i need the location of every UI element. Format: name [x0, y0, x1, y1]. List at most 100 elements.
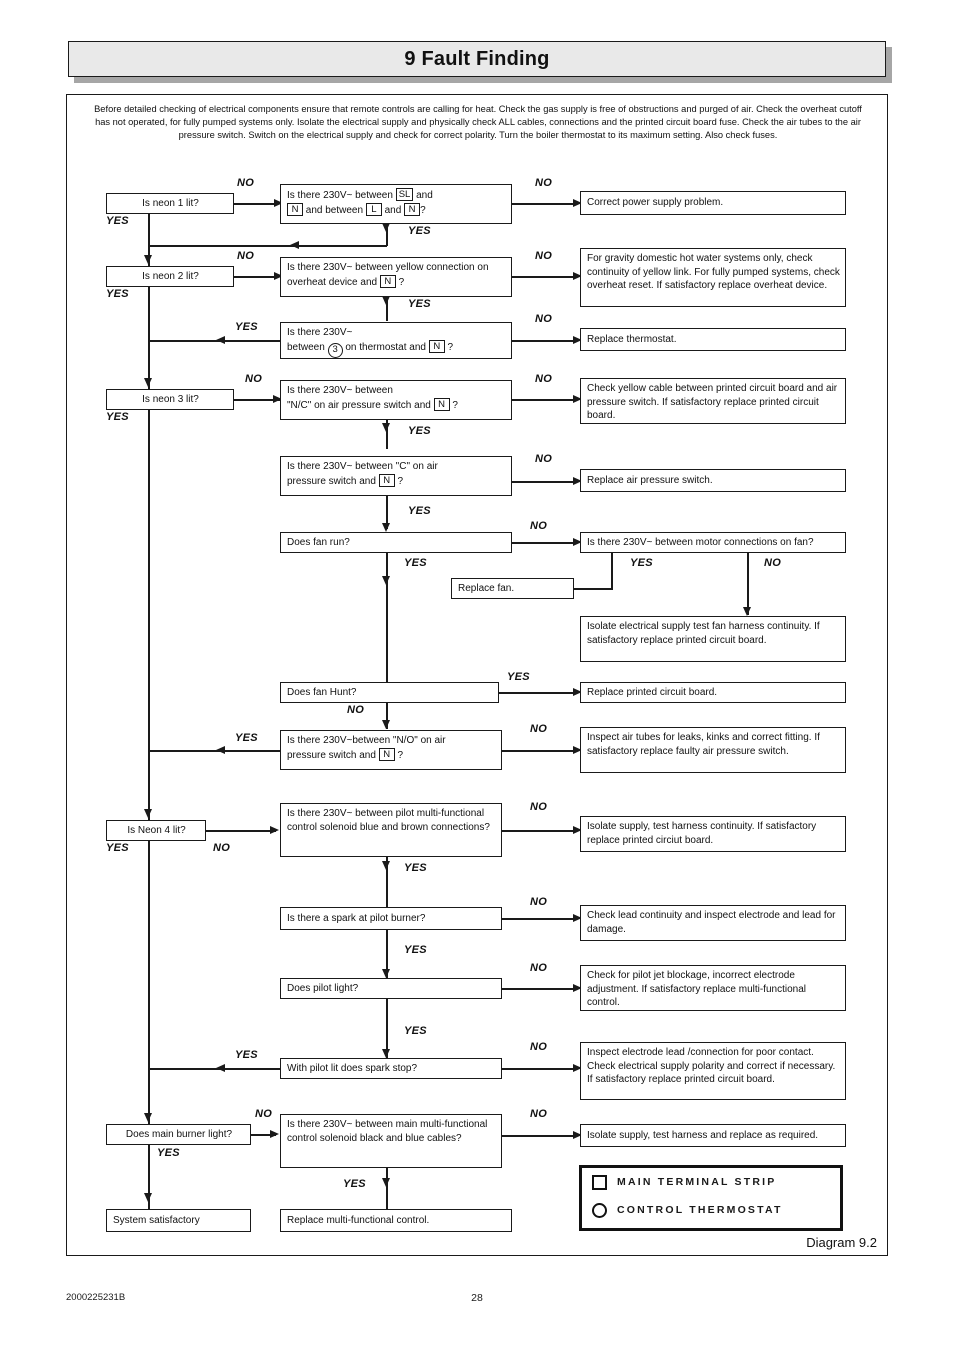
arrow-pilotsolenoid-yes [382, 861, 390, 870]
decision-main-solenoid: Is there 230V~ between main multi-functi… [280, 1114, 502, 1168]
label-yes-neon4: YES [106, 842, 129, 854]
arrow-fanhunt-no [382, 720, 390, 729]
label-yes-sparkstop: YES [235, 1049, 258, 1061]
action-inspect-electrode-lead: Inspect electrode lead /connection for p… [580, 1042, 846, 1100]
label-yes-thermostat: YES [235, 321, 258, 333]
connector-fanrun-yes-down [386, 553, 388, 683]
connector-sparkstop-yes-left [148, 1068, 281, 1070]
decision-c-air-pressure: Is there 230V~ between "C" on air pressu… [280, 456, 512, 496]
decision-spark-pilot-burner: Is there a spark at pilot burner? [280, 907, 502, 930]
connector-motorconn-yes-down [611, 553, 613, 589]
square-symbol-icon [592, 1174, 607, 1190]
decision-spark-stop: With pilot lit does spark stop? [280, 1058, 502, 1079]
arrow-overheat-yes [382, 296, 390, 305]
decision-sl-n-check: Is there 230V~ between SL and N and betw… [280, 184, 512, 224]
token-n-2: N [404, 202, 421, 216]
label-yes-neon2: YES [106, 288, 129, 300]
legend-label-control-thermostat: CONTROL THERMOSTAT [617, 1204, 783, 1216]
label-no-sparkstop: NO [530, 1041, 548, 1053]
connector-mainsolenoid-yes-down [386, 1168, 388, 1210]
decision-main-burner-light: Does main burner light? [106, 1124, 251, 1145]
token-n-c: N [378, 473, 395, 487]
arrow-pilotlight-yes [382, 1049, 390, 1058]
action-check-yellow-cable: Check yellow cable between printed circu… [580, 378, 846, 424]
label-no-neon3: NO [245, 373, 263, 385]
circle-symbol-icon [592, 1202, 607, 1218]
label-yes-neon1: YES [106, 215, 129, 227]
label-no-c: NO [535, 453, 553, 465]
arrow-sparkstop-yes [216, 1064, 225, 1072]
label-yes-neon3: YES [106, 411, 129, 423]
connector-neon4-to-pilotsolenoid [206, 830, 276, 832]
connector-sparkpilot-to-leadcontinuity [502, 918, 575, 920]
label-yes-overheat: YES [408, 298, 431, 310]
action-replace-mfc: Replace multi-functional control. [280, 1209, 512, 1232]
arrow-c-yes [382, 523, 390, 532]
label-no-fan-run: NO [530, 520, 548, 532]
connector-neon1-to-slcheck [234, 203, 276, 205]
connector-thermostat-to-replace [512, 340, 575, 342]
token-sl: SL [395, 188, 414, 201]
action-check-pilot-jet: Check for pilot jet blockage, incorrect … [580, 965, 846, 1011]
action-replace-pcb: Replace printed circuit board. [580, 682, 846, 703]
connector-fanhunt-to-replacepcb [499, 692, 575, 694]
action-correct-power-supply: Correct power supply problem. [580, 191, 846, 215]
diagram-frame: Before detailed checking of electrical c… [66, 94, 888, 1256]
label-yes-pilotsolenoid: YES [404, 862, 427, 874]
legend-row-terminal-strip: MAIN TERMINAL STRIP [592, 1168, 840, 1196]
header-face: 9 Fault Finding [68, 41, 886, 77]
decision-overheat-device: Is there 230V~ between yellow connection… [280, 257, 512, 297]
connector-pilotlight-to-jetblockage [502, 988, 575, 990]
connector-noaps-to-airtubes [502, 750, 575, 752]
decision-neon3: Is neon 3 lit? [106, 389, 234, 410]
decision-thermostat-check: Is there 230V~ between 3 on thermostat a… [280, 322, 512, 359]
token-n-overheat: N [379, 274, 396, 288]
label-yes-fan-hunt: YES [507, 671, 530, 683]
arrow-fanrun-yes [382, 576, 390, 585]
decision-neon2: Is neon 2 lit? [106, 266, 234, 287]
arrow-noaps-yes [216, 746, 225, 754]
label-no-mainsolenoid: NO [530, 1108, 548, 1120]
decision-neon1: Is neon 1 lit? [106, 193, 234, 214]
connector-nc-to-yellow-cable [512, 399, 575, 401]
connector-fanrun-to-motorconn [512, 542, 575, 544]
arrow-motorconn-no [743, 607, 751, 616]
action-isolate-supply-replace: Isolate supply, test harness and replace… [580, 1124, 846, 1147]
legend-row-control-thermostat: CONTROL THERMOSTAT [592, 1196, 840, 1224]
decision-motor-connections: Is there 230V~ between motor connections… [580, 532, 846, 553]
arrow-neon4-no [270, 826, 279, 834]
connector-mainsolenoid-to-isolatereplace [502, 1135, 575, 1137]
legend-label-terminal-strip: MAIN TERMINAL STRIP [617, 1176, 777, 1188]
label-yes-mainburner: YES [157, 1147, 180, 1159]
label-no-noaps: NO [530, 723, 548, 735]
label-no-pilotsolenoid: NO [530, 801, 548, 813]
action-system-satisfactory: System satisfactory [106, 1209, 251, 1232]
decision-does-fan-hunt: Does fan Hunt? [280, 682, 499, 703]
decision-does-fan-run: Does fan run? [280, 532, 512, 553]
main-left-spine [148, 214, 150, 1232]
label-yes-pilotlight: YES [404, 1025, 427, 1037]
action-replace-fan: Replace fan. [451, 578, 574, 599]
decision-neon4: Is Neon 4 lit? [106, 820, 206, 841]
token-n-thermostat: N [428, 339, 445, 353]
action-gravity-hot-water: For gravity domestic hot water systems o… [580, 248, 846, 307]
connector-slcheck-yes-left [148, 245, 387, 247]
arrow-mainburner-no [270, 1130, 279, 1138]
label-no-slcheck: NO [535, 177, 553, 189]
page-title: 9 Fault Finding [404, 47, 550, 70]
page-header-banner: 9 Fault Finding [68, 41, 892, 83]
arrow-spine-to-mainburner [144, 1113, 152, 1122]
label-no-overheat: NO [535, 250, 553, 262]
decision-does-pilot-light: Does pilot light? [280, 978, 502, 999]
decision-nc-air-pressure: Is there 230V~ between "N/C" on air pres… [280, 380, 512, 420]
label-yes-motorconn: YES [630, 557, 653, 569]
token-circle-3: 3 [327, 342, 343, 358]
connector-c-to-replace-aps [512, 481, 575, 483]
action-replace-air-pressure-switch: Replace air pressure switch. [580, 469, 846, 492]
arrow-nc-yes [382, 423, 390, 432]
intro-paragraph: Before detailed checking of electrical c… [94, 104, 862, 141]
label-yes-noaps: YES [235, 732, 258, 744]
arrow-mainsolenoid-yes [382, 1178, 390, 1187]
label-yes-nc: YES [408, 425, 431, 437]
arrow-spine-to-neon4 [144, 809, 152, 818]
